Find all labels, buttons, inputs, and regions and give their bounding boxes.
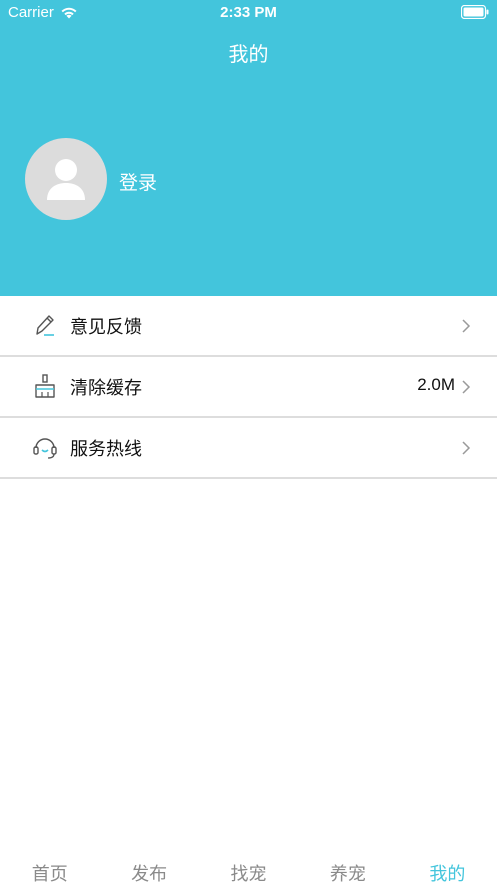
menu-item-label: 服务热线 [70, 439, 142, 460]
clock: 2:33 PM [220, 4, 277, 21]
status-bar: Carrier 2:33 PM [0, 0, 497, 26]
tab-home[interactable]: 首页 [0, 850, 99, 885]
broom-icon [35, 374, 55, 398]
menu-item-label: 意见反馈 [70, 317, 142, 338]
headset-icon [33, 438, 57, 459]
bottom-tab-bar: 首页 发布 找宠 养宠 我的 [0, 850, 497, 885]
menu-item-clear-cache[interactable]: 清除缓存 2.0M [0, 357, 497, 418]
settings-menu: 意见反馈 清除缓存 2.0M 服务热线 [0, 296, 497, 479]
battery-icon [461, 5, 489, 19]
menu-item-label: 清除缓存 [70, 378, 142, 399]
tab-publish[interactable]: 发布 [99, 850, 198, 885]
login-link[interactable]: 登录 [119, 168, 157, 195]
pencil-icon [36, 315, 54, 336]
chevron-right-icon [462, 380, 471, 394]
page-title: 我的 [228, 42, 269, 66]
tab-pet-care[interactable]: 养宠 [298, 850, 397, 885]
cache-size-value: 2.0M [417, 375, 455, 394]
profile-header: Carrier 2:33 PM 我的 登录 [0, 0, 497, 296]
avatar[interactable] [25, 138, 107, 220]
chevron-right-icon [462, 319, 471, 333]
tab-mine[interactable]: 我的 [398, 850, 497, 885]
menu-item-service-hotline[interactable]: 服务热线 [0, 418, 497, 479]
chevron-right-icon [462, 441, 471, 455]
tab-find-pet[interactable]: 找宠 [199, 850, 298, 885]
menu-item-feedback[interactable]: 意见反馈 [0, 296, 497, 357]
user-avatar-icon [47, 159, 85, 200]
